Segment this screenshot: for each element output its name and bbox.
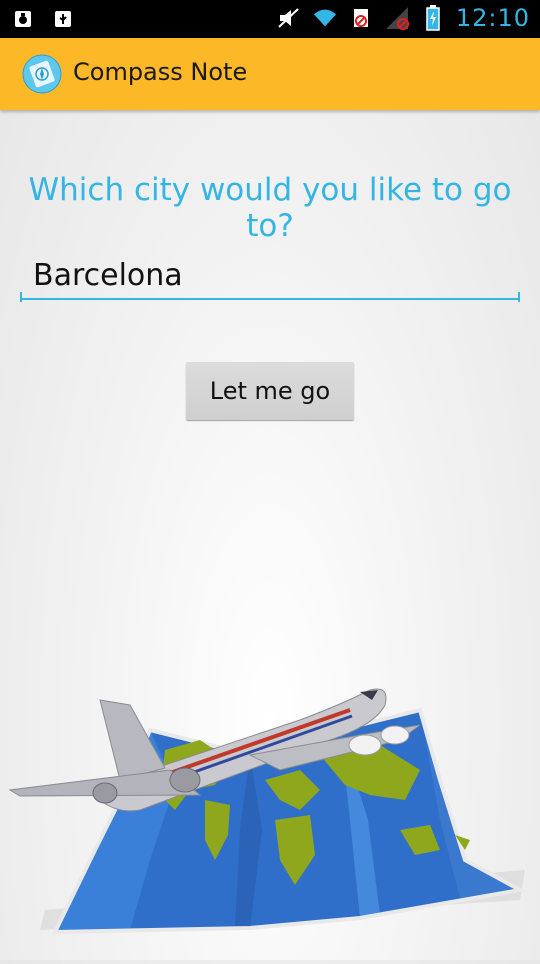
action-bar: Compass Note [0, 38, 540, 110]
wifi-icon [312, 5, 338, 31]
airplane-over-world-map-icon [8, 688, 526, 935]
no-sim-icon [348, 5, 374, 31]
airplane-map-illustration [0, 660, 540, 960]
let-me-go-button[interactable]: Let me go [186, 362, 354, 420]
input-underline-tick-left [20, 292, 22, 302]
input-underline-tick-right [518, 292, 520, 302]
usb-icon [50, 6, 76, 32]
question-label: Which city would you like to go to? [28, 172, 512, 244]
mute-icon [276, 5, 302, 31]
status-bar: 12:10 [0, 0, 540, 38]
battery-charging-icon [420, 5, 446, 31]
clock: 12:10 [455, 4, 530, 32]
app-title: Compass Note [73, 58, 248, 86]
debug-icon [10, 6, 36, 32]
signal-icon [384, 5, 410, 31]
city-input[interactable] [20, 252, 518, 300]
compass-note-app-icon[interactable] [22, 54, 62, 94]
